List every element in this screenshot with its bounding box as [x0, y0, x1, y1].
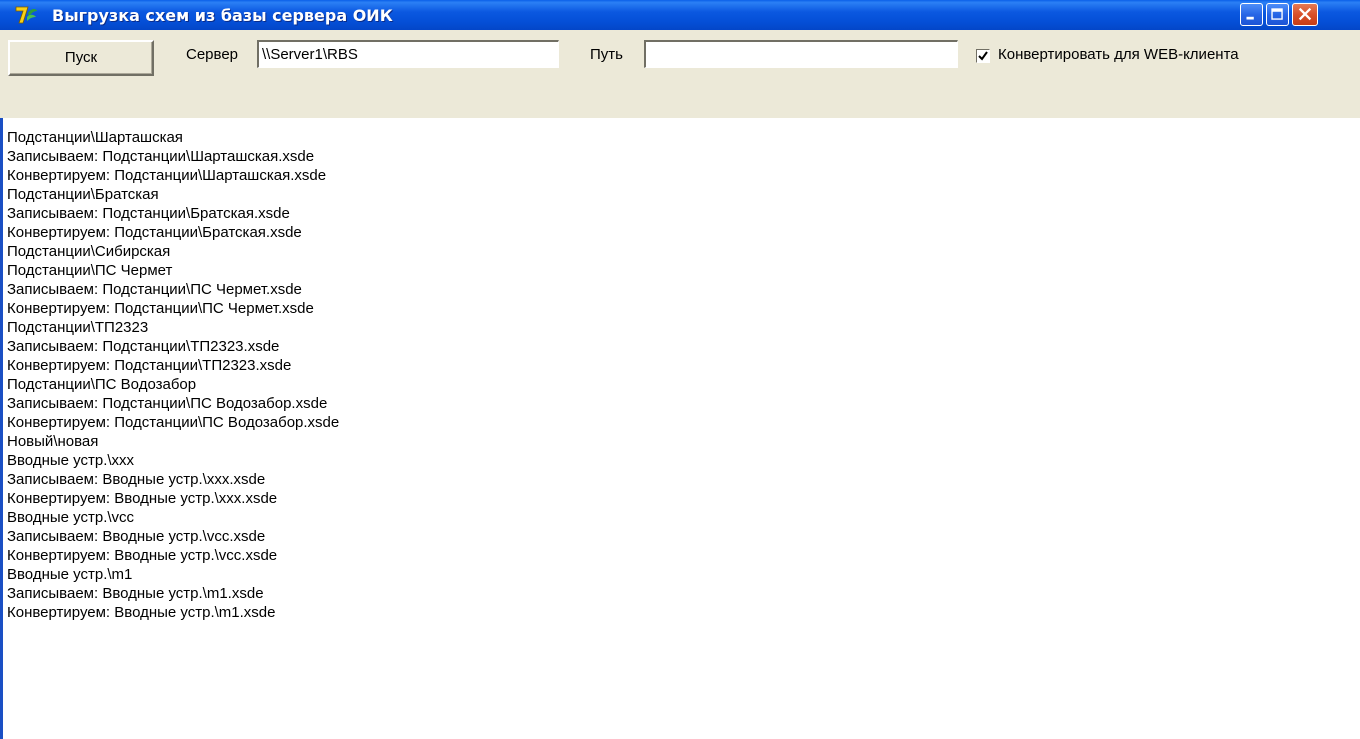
checkmark-icon — [978, 51, 988, 61]
log-line: Подстанции\Братская — [7, 186, 159, 203]
title-bar[interactable]: Выгрузка схем из базы сервера ОИК — [0, 0, 1360, 30]
convert-checkbox[interactable] — [976, 49, 990, 63]
log-line: Записываем: Подстанции\ПС Чермет.xsde — [7, 281, 302, 298]
start-button[interactable]: Пуск — [8, 40, 154, 76]
window-title: Выгрузка схем из базы сервера ОИК — [52, 6, 393, 25]
app-window: Выгрузка схем из базы сервера ОИК Пуск С… — [0, 0, 1360, 739]
server-label: Сервер — [186, 46, 239, 63]
log-line: Подстанции\Шарташская — [7, 129, 183, 146]
server-input[interactable] — [257, 40, 559, 68]
convert-checkbox-label[interactable]: Конвертировать для WEB-клиента — [998, 46, 1239, 63]
path-label: Путь — [590, 46, 623, 63]
log-line: Подстанции\ТП2323 — [7, 319, 149, 336]
log-line: Записываем: Вводные устр.\vcc.xsde — [7, 528, 266, 545]
log-line: Записываем: Подстанции\Шарташская.xsde — [7, 148, 315, 165]
log-line: Конвертируем: Вводные устр.\vcc.xsde — [7, 547, 278, 564]
maximize-icon — [1271, 8, 1283, 20]
log-line: Подстанции\Сибирская — [7, 243, 171, 260]
log-line: Вводные устр.\m1 — [7, 566, 133, 583]
log-line: Конвертируем: Вводные устр.\m1.xsde — [7, 604, 276, 621]
log-line: Конвертируем: Подстанции\Братская.xsde — [7, 224, 302, 241]
app-logo-icon — [14, 5, 38, 25]
minimize-button[interactable] — [1240, 3, 1263, 26]
log-line: Вводные устр.\xxx — [7, 452, 135, 469]
log-line: Подстанции\ПС Водозабор — [7, 376, 197, 393]
log-line: Записываем: Вводные устр.\m1.xsde — [7, 585, 264, 602]
log-line: Записываем: Подстанции\ТП2323.xsde — [7, 338, 280, 355]
minimize-icon — [1246, 16, 1254, 20]
path-input[interactable] — [644, 40, 958, 68]
log-line: Записываем: Подстанции\Братская.xsde — [7, 205, 290, 222]
log-output[interactable]: Подстанции\Шарташская Записываем: Подстан… — [0, 118, 1360, 739]
log-line: Конвертируем: Подстанции\ТП2323.xsde — [7, 357, 292, 374]
log-line: Конвертируем: Подстанции\Шарташская.xsde — [7, 167, 327, 184]
log-line: Новый\новая — [7, 433, 99, 450]
log-line: Записываем: Вводные устр.\xxx.xsde — [7, 471, 266, 488]
maximize-button[interactable] — [1266, 3, 1289, 26]
log-line: Записываем: Подстанции\ПС Водозабор.xsde — [7, 395, 328, 412]
log-line: Конвертируем: Подстанции\ПС Водозабор.xs… — [7, 414, 340, 431]
close-icon — [1298, 7, 1312, 21]
log-line: Конвертируем: Подстанции\ПС Чермет.xsde — [7, 300, 314, 317]
log-line: Конвертируем: Вводные устр.\xxx.xsde — [7, 490, 278, 507]
log-line: Подстанции\ПС Чермет — [7, 262, 173, 279]
log-line: Вводные устр.\vcc — [7, 509, 135, 526]
close-button[interactable] — [1292, 3, 1318, 26]
